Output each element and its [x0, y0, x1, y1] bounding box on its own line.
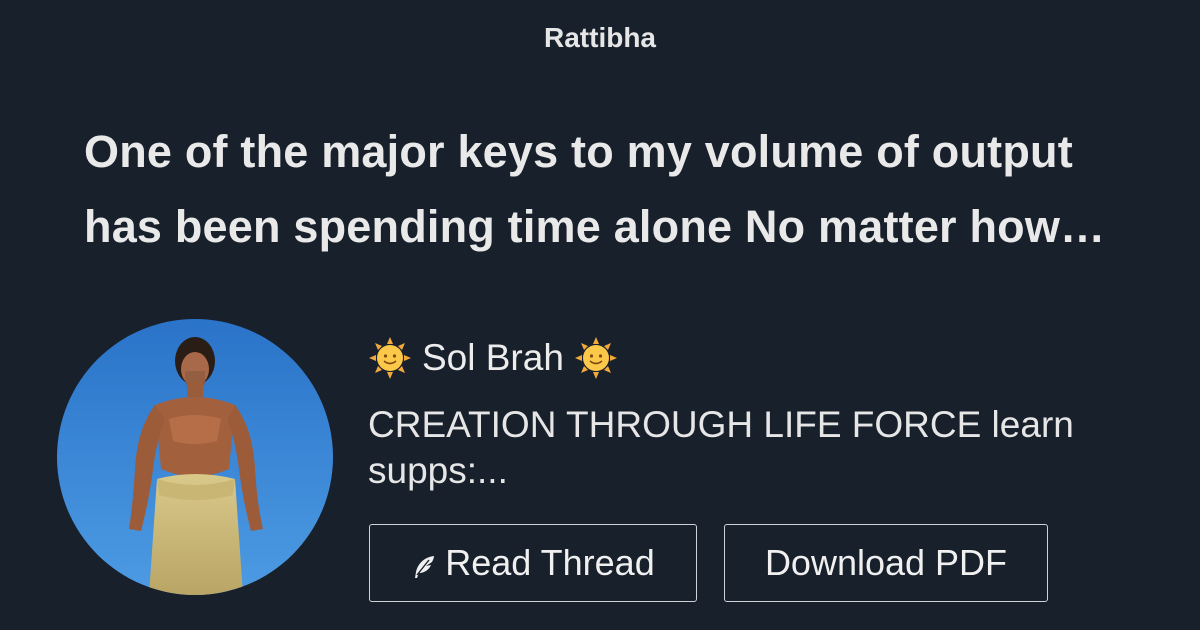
author-name: Sol Brah	[422, 337, 564, 378]
read-thread-label: Read Thread	[445, 542, 655, 583]
author-bio: CREATION THROUGH LIFE FORCE learn supps:…	[368, 402, 1168, 494]
author-bio-line-2: supps:...	[368, 450, 508, 491]
site-name: Rattibha	[544, 22, 656, 53]
thread-title: One of the major keys to my volume of ou…	[84, 114, 1174, 264]
author-name-row: Sol Brah	[368, 336, 618, 380]
thread-title-line-2: has been spending time alone No matter h…	[84, 201, 1106, 252]
author-bio-line-1: CREATION THROUGH LIFE FORCE learn	[368, 404, 1074, 445]
author-avatar	[57, 319, 333, 595]
avatar-photo	[57, 319, 333, 595]
download-pdf-button[interactable]: Download PDF	[724, 524, 1048, 602]
sun-face-emoji-icon	[369, 337, 411, 379]
thread-title-line-1: One of the major keys to my volume of ou…	[84, 126, 1073, 177]
download-pdf-label: Download PDF	[764, 542, 1008, 583]
feather-icon	[415, 556, 435, 578]
read-thread-button[interactable]: Read Thread	[369, 524, 697, 602]
sun-face-emoji-icon	[574, 337, 617, 379]
